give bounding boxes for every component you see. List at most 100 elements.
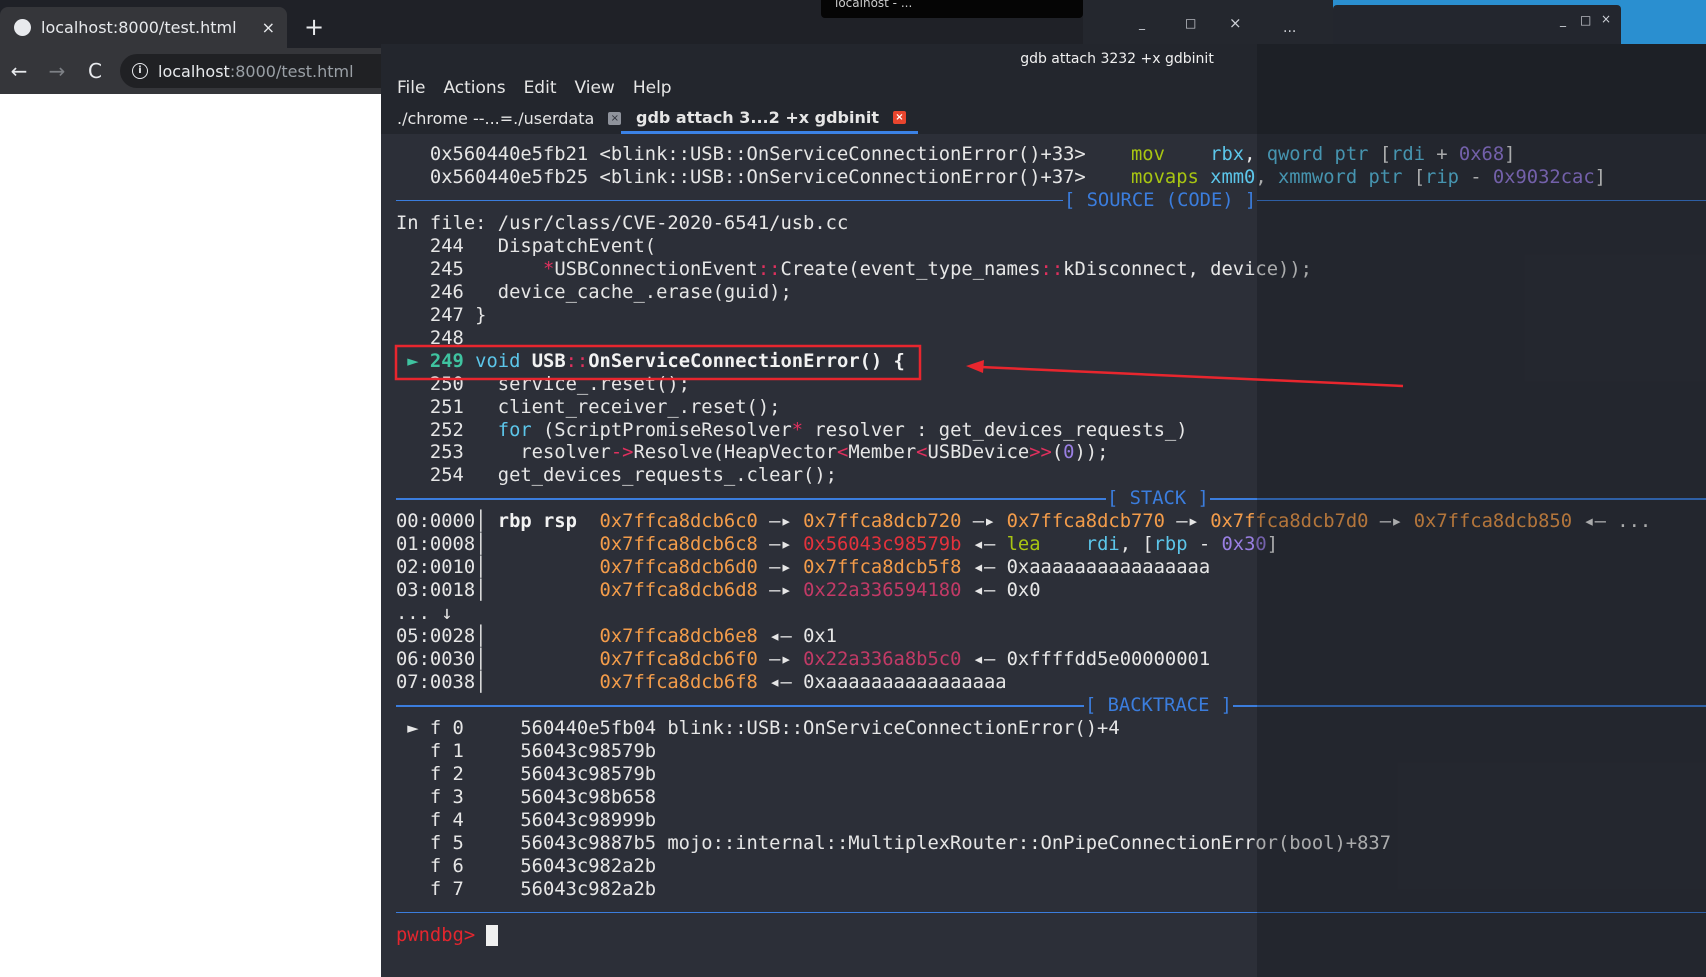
minimize-button[interactable]: _ — [1560, 13, 1566, 27]
terminal-menu-bar: File Actions Edit View Help — [381, 74, 1706, 103]
text-segment: 0x30 — [1221, 534, 1267, 556]
text-segment: OnServiceConnectionError() { — [588, 350, 905, 372]
text-segment: f 2 56043c98579b — [396, 763, 657, 785]
terminal-line: ... ↓ — [396, 602, 453, 625]
text-segment: Resolve(HeapVector — [633, 442, 837, 464]
text-segment: + — [1425, 144, 1459, 165]
info-icon[interactable]: i — [132, 63, 148, 79]
prompt-line: pwndbg> — [396, 924, 498, 947]
text-segment — [1199, 167, 1210, 188]
text-segment: 250 service_.reset(); — [396, 373, 690, 395]
text-segment: 0x9032cac — [1492, 166, 1595, 188]
terminal-line: 254 get_devices_requests_.clear(); — [396, 464, 837, 487]
text-segment: 252 — [396, 419, 498, 441]
text-segment: —▸ — [757, 534, 804, 556]
text-segment: void — [475, 350, 521, 372]
text-segment: 0x7ffca8dcb6e8 — [599, 626, 758, 648]
menu-actions[interactable]: Actions — [443, 74, 505, 103]
terminal-output[interactable]: 0x560440e5fb21 <blink::USB::OnServiceCon… — [381, 134, 1706, 977]
text-segment — [464, 351, 475, 372]
menu-help[interactable]: Help — [633, 74, 672, 103]
text-segment: 0x7ffca8dcb6c8 — [599, 534, 758, 556]
text-segment — [1165, 144, 1210, 165]
terminal-line: 247 } — [396, 304, 487, 327]
text-segment: Create(event_type_names — [780, 258, 1041, 280]
text-segment: :: — [565, 350, 589, 372]
maximize-button[interactable]: □ — [1185, 16, 1196, 30]
text-segment: :: — [1040, 258, 1064, 280]
browser-tab[interactable]: localhost:8000/test.html × — [0, 7, 287, 48]
text-segment: —▸ — [961, 511, 1007, 533]
terminal-line: 01:0008│ 0x7ffca8dcb6c8 —▸ 0x56043c98579… — [396, 533, 1278, 556]
close-tab-icon[interactable]: × — [608, 112, 622, 125]
text-segment: ] — [1504, 144, 1516, 165]
text-segment: kDisconnect, device)); — [1063, 258, 1312, 280]
text-segment: 0x56043c98579b — [803, 534, 962, 556]
text-segment: f 4 56043c98999b — [396, 809, 657, 831]
close-button[interactable]: × — [1229, 14, 1242, 32]
text-segment: < — [916, 442, 928, 464]
text-segment: , — [1244, 144, 1267, 165]
terminal-line: f 4 56043c98999b — [396, 809, 656, 832]
terminal-line: ► 249 void USB::OnServiceConnectionError… — [396, 350, 905, 373]
terminal-title: gdb attach 3232 +x gdbinit — [381, 44, 1706, 74]
text-segment: 03:0018│ — [396, 580, 600, 602]
address-bar[interactable]: i localhost:8000/test.html — [120, 54, 381, 88]
text-segment: —▸ — [1164, 511, 1211, 533]
close-tab-icon[interactable]: × — [893, 110, 906, 124]
text-segment: rbp — [1153, 534, 1188, 556]
terminal-tab-gdb[interactable]: gdb attach 3...2 +x gdbinit × — [621, 103, 918, 134]
text-segment: 0x22a336a8b5c0 — [803, 649, 962, 671]
close-tab-icon[interactable]: × — [262, 18, 275, 37]
text-segment: ◂— 0xaaaaaaaaaaaaaaaa — [961, 557, 1211, 579]
reload-button[interactable]: C — [76, 59, 114, 83]
text-segment: 244 DispatchEvent( — [396, 235, 657, 257]
terminal-line: f 5 56043c9887b5 mojo::internal::Multipl… — [396, 832, 1391, 855]
text-segment: 0x7ffca8dcb720 — [803, 511, 962, 533]
text-segment: - — [1458, 166, 1493, 188]
text-segment — [577, 511, 600, 532]
text-segment: 01:0008│ — [396, 534, 600, 556]
terminal-tab-chrome[interactable]: ./chrome --...=./userdata × — [381, 103, 622, 134]
browser-toolbar: ← → C i localhost:8000/test.html — [0, 48, 381, 94]
terminal-line: 244 DispatchEvent( — [396, 235, 656, 258]
text-segment: rdi — [1391, 144, 1425, 165]
text-segment: USB — [531, 350, 566, 372]
menu-edit[interactable]: Edit — [524, 74, 557, 103]
minimize-button[interactable]: _ — [1139, 16, 1145, 30]
globe-icon — [14, 19, 31, 36]
text-segment: ◂— 0xaaaaaaaaaaaaaaaa — [757, 672, 1007, 694]
text-segment: 0x7ffca8dcb850 — [1413, 511, 1573, 533]
terminal-line: 02:0010│ 0x7ffca8dcb6d0 —▸ 0x7ffca8dcb5f… — [396, 556, 1210, 579]
text-segment: , — [1255, 166, 1278, 188]
menu-file[interactable]: File — [397, 74, 425, 103]
text-segment: 0x560440e5fb21 <blink::USB::OnServiceCon… — [396, 144, 1131, 165]
more-menu-icon[interactable]: ... — [1283, 20, 1296, 36]
text-segment: rbp rsp — [497, 511, 577, 533]
cursor — [486, 924, 498, 946]
new-tab-button[interactable]: + — [304, 13, 324, 41]
text-segment: 06:0030│ — [396, 649, 600, 671]
text-segment: 254 get_devices_requests_.clear(); — [396, 465, 837, 487]
section-label: [ STACK ] — [1106, 487, 1210, 511]
section-label: [ BACKTRACE ] — [1084, 694, 1233, 718]
text-segment: )); — [1074, 442, 1109, 464]
section-divider-end — [396, 901, 1706, 924]
tab-label: gdb attach 3...2 +x gdbinit — [636, 107, 879, 127]
text-segment: >> — [1029, 442, 1052, 464]
text-segment: 0x7ffca8dcb770 — [1006, 511, 1165, 533]
text-segment: 253 resolver — [396, 442, 611, 464]
text-segment: ◂— ... — [1572, 511, 1652, 533]
browser-tab-strip: localhost:8000/test.html × + — [0, 0, 381, 48]
back-button[interactable]: ← — [0, 59, 38, 83]
maximize-button[interactable]: □ — [1580, 13, 1591, 27]
text-segment: ◂— 0xffffdd5e00000001 — [961, 649, 1211, 671]
terminal-line: 0x560440e5fb25 <blink::USB::OnServiceCon… — [396, 166, 1606, 189]
terminal-line: 03:0018│ 0x7ffca8dcb6d8 —▸ 0x22a33659418… — [396, 579, 1041, 602]
terminal-line: 06:0030│ 0x7ffca8dcb6f0 —▸ 0x22a336a8b5c… — [396, 648, 1210, 671]
text-segment: rbx — [1210, 144, 1245, 165]
close-button[interactable]: × — [1601, 12, 1611, 26]
forward-button[interactable]: → — [38, 59, 76, 83]
text-segment: - — [1187, 534, 1222, 556]
menu-view[interactable]: View — [574, 74, 614, 103]
